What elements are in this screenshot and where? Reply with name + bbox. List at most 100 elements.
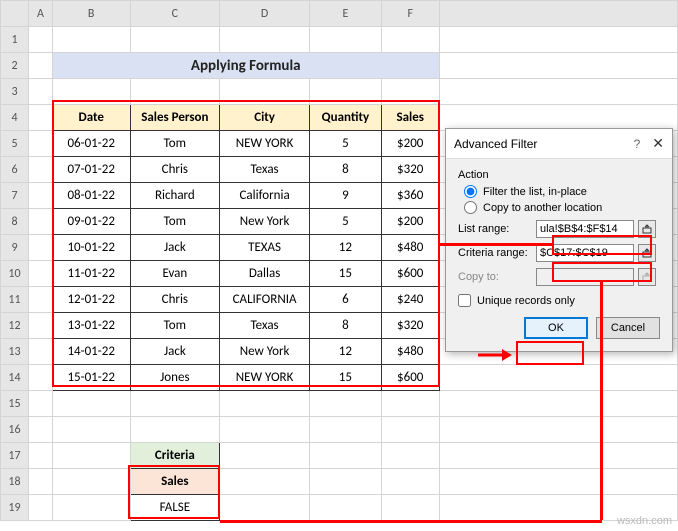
row-header-13[interactable]: 13 [1,339,29,365]
table-cell[interactable]: 11-01-22 [52,261,130,287]
cell[interactable] [220,417,310,443]
table-cell[interactable]: $480 [381,235,439,261]
row-header-6[interactable]: 6 [1,157,29,183]
criteria-title[interactable]: Criteria [130,443,220,469]
cell[interactable] [381,27,439,53]
cell[interactable] [52,391,130,417]
dialog-titlebar[interactable]: Advanced Filter ? ✕ [446,129,672,159]
table-cell[interactable]: $600 [381,261,439,287]
table-cell[interactable]: $480 [381,339,439,365]
table-cell[interactable]: 09-01-22 [52,209,130,235]
row-header-19[interactable]: 19 [1,495,29,521]
cell[interactable] [29,313,53,339]
table-cell[interactable]: Dallas [220,261,310,287]
table-cell[interactable]: California [220,183,310,209]
criteria-value[interactable]: FALSE [130,495,220,521]
th-city[interactable]: City [220,105,310,131]
table-cell[interactable]: Richard [130,183,220,209]
cell[interactable] [381,417,439,443]
page-title[interactable]: Applying Formula [52,53,439,79]
cell[interactable] [29,469,53,495]
table-cell[interactable]: 07-01-22 [52,157,130,183]
help-icon[interactable]: ? [634,137,641,151]
cell[interactable] [29,443,53,469]
cell[interactable] [52,469,130,495]
row-header-10[interactable]: 10 [1,261,29,287]
col-header-G[interactable] [439,1,677,27]
table-cell[interactable]: Tom [130,131,220,157]
cell[interactable] [29,235,53,261]
row-header-11[interactable]: 11 [1,287,29,313]
cell[interactable] [52,27,130,53]
table-cell[interactable]: 5 [309,209,381,235]
table-cell[interactable]: $360 [381,183,439,209]
row-header-5[interactable]: 5 [1,131,29,157]
row-header-2[interactable]: 2 [1,53,29,79]
cell[interactable] [220,443,310,469]
table-cell[interactable]: 15 [309,365,381,391]
table-cell[interactable]: 08-01-22 [52,183,130,209]
list-range-input[interactable] [536,220,634,238]
table-cell[interactable]: Tom [130,209,220,235]
criteria-header[interactable]: Sales [130,469,220,495]
cell[interactable] [439,391,677,417]
row-header-4[interactable]: 4 [1,105,29,131]
row-header-17[interactable]: 17 [1,443,29,469]
table-cell[interactable]: CALIFORNIA [220,287,310,313]
cell[interactable] [439,27,677,53]
cell[interactable] [309,79,381,105]
table-cell[interactable]: 12 [309,339,381,365]
table-cell[interactable]: $240 [381,287,439,313]
th-quantity[interactable]: Quantity [309,105,381,131]
cell[interactable] [29,183,53,209]
cell[interactable] [29,79,53,105]
table-cell[interactable]: Evan [130,261,220,287]
cell[interactable] [439,365,677,391]
cell[interactable] [381,443,439,469]
table-cell[interactable]: 10-01-22 [52,235,130,261]
cell[interactable] [52,417,130,443]
table-cell[interactable]: New York [220,339,310,365]
table-cell[interactable]: Jones [130,365,220,391]
table-cell[interactable]: Chris [130,157,220,183]
cell[interactable] [130,391,220,417]
cancel-button[interactable]: Cancel [596,317,660,339]
col-header-C[interactable]: C [130,1,220,27]
table-cell[interactable]: 8 [309,313,381,339]
cell[interactable] [52,79,130,105]
col-header-F[interactable]: F [381,1,439,27]
range-select-icon[interactable] [638,244,656,262]
cell[interactable] [381,469,439,495]
criteria-range-input[interactable] [536,244,634,262]
table-cell[interactable]: $200 [381,209,439,235]
cell[interactable] [220,469,310,495]
row-header-15[interactable]: 15 [1,391,29,417]
cell[interactable] [130,79,220,105]
th-sales[interactable]: Sales [381,105,439,131]
col-header-B[interactable]: B [52,1,130,27]
table-cell[interactable]: New York [220,209,310,235]
th-date[interactable]: Date [52,105,130,131]
table-cell[interactable]: Jack [130,235,220,261]
row-header-7[interactable]: 7 [1,183,29,209]
row-header-16[interactable]: 16 [1,417,29,443]
table-cell[interactable]: 9 [309,183,381,209]
table-cell[interactable]: NEW YORK [220,131,310,157]
table-cell[interactable]: 15 [309,261,381,287]
cell[interactable] [439,53,677,79]
cell[interactable] [309,417,381,443]
table-cell[interactable]: 8 [309,157,381,183]
cell[interactable] [220,391,310,417]
cell[interactable] [29,261,53,287]
cell[interactable] [29,417,53,443]
cell[interactable] [29,131,53,157]
col-header-E[interactable]: E [309,1,381,27]
row-header-18[interactable]: 18 [1,469,29,495]
cell[interactable] [220,495,310,521]
cell[interactable] [381,495,439,521]
cell[interactable] [29,495,53,521]
table-cell[interactable]: 13-01-22 [52,313,130,339]
table-cell[interactable]: Tom [130,313,220,339]
radio-filter-inplace[interactable] [464,185,477,198]
cell[interactable] [29,209,53,235]
